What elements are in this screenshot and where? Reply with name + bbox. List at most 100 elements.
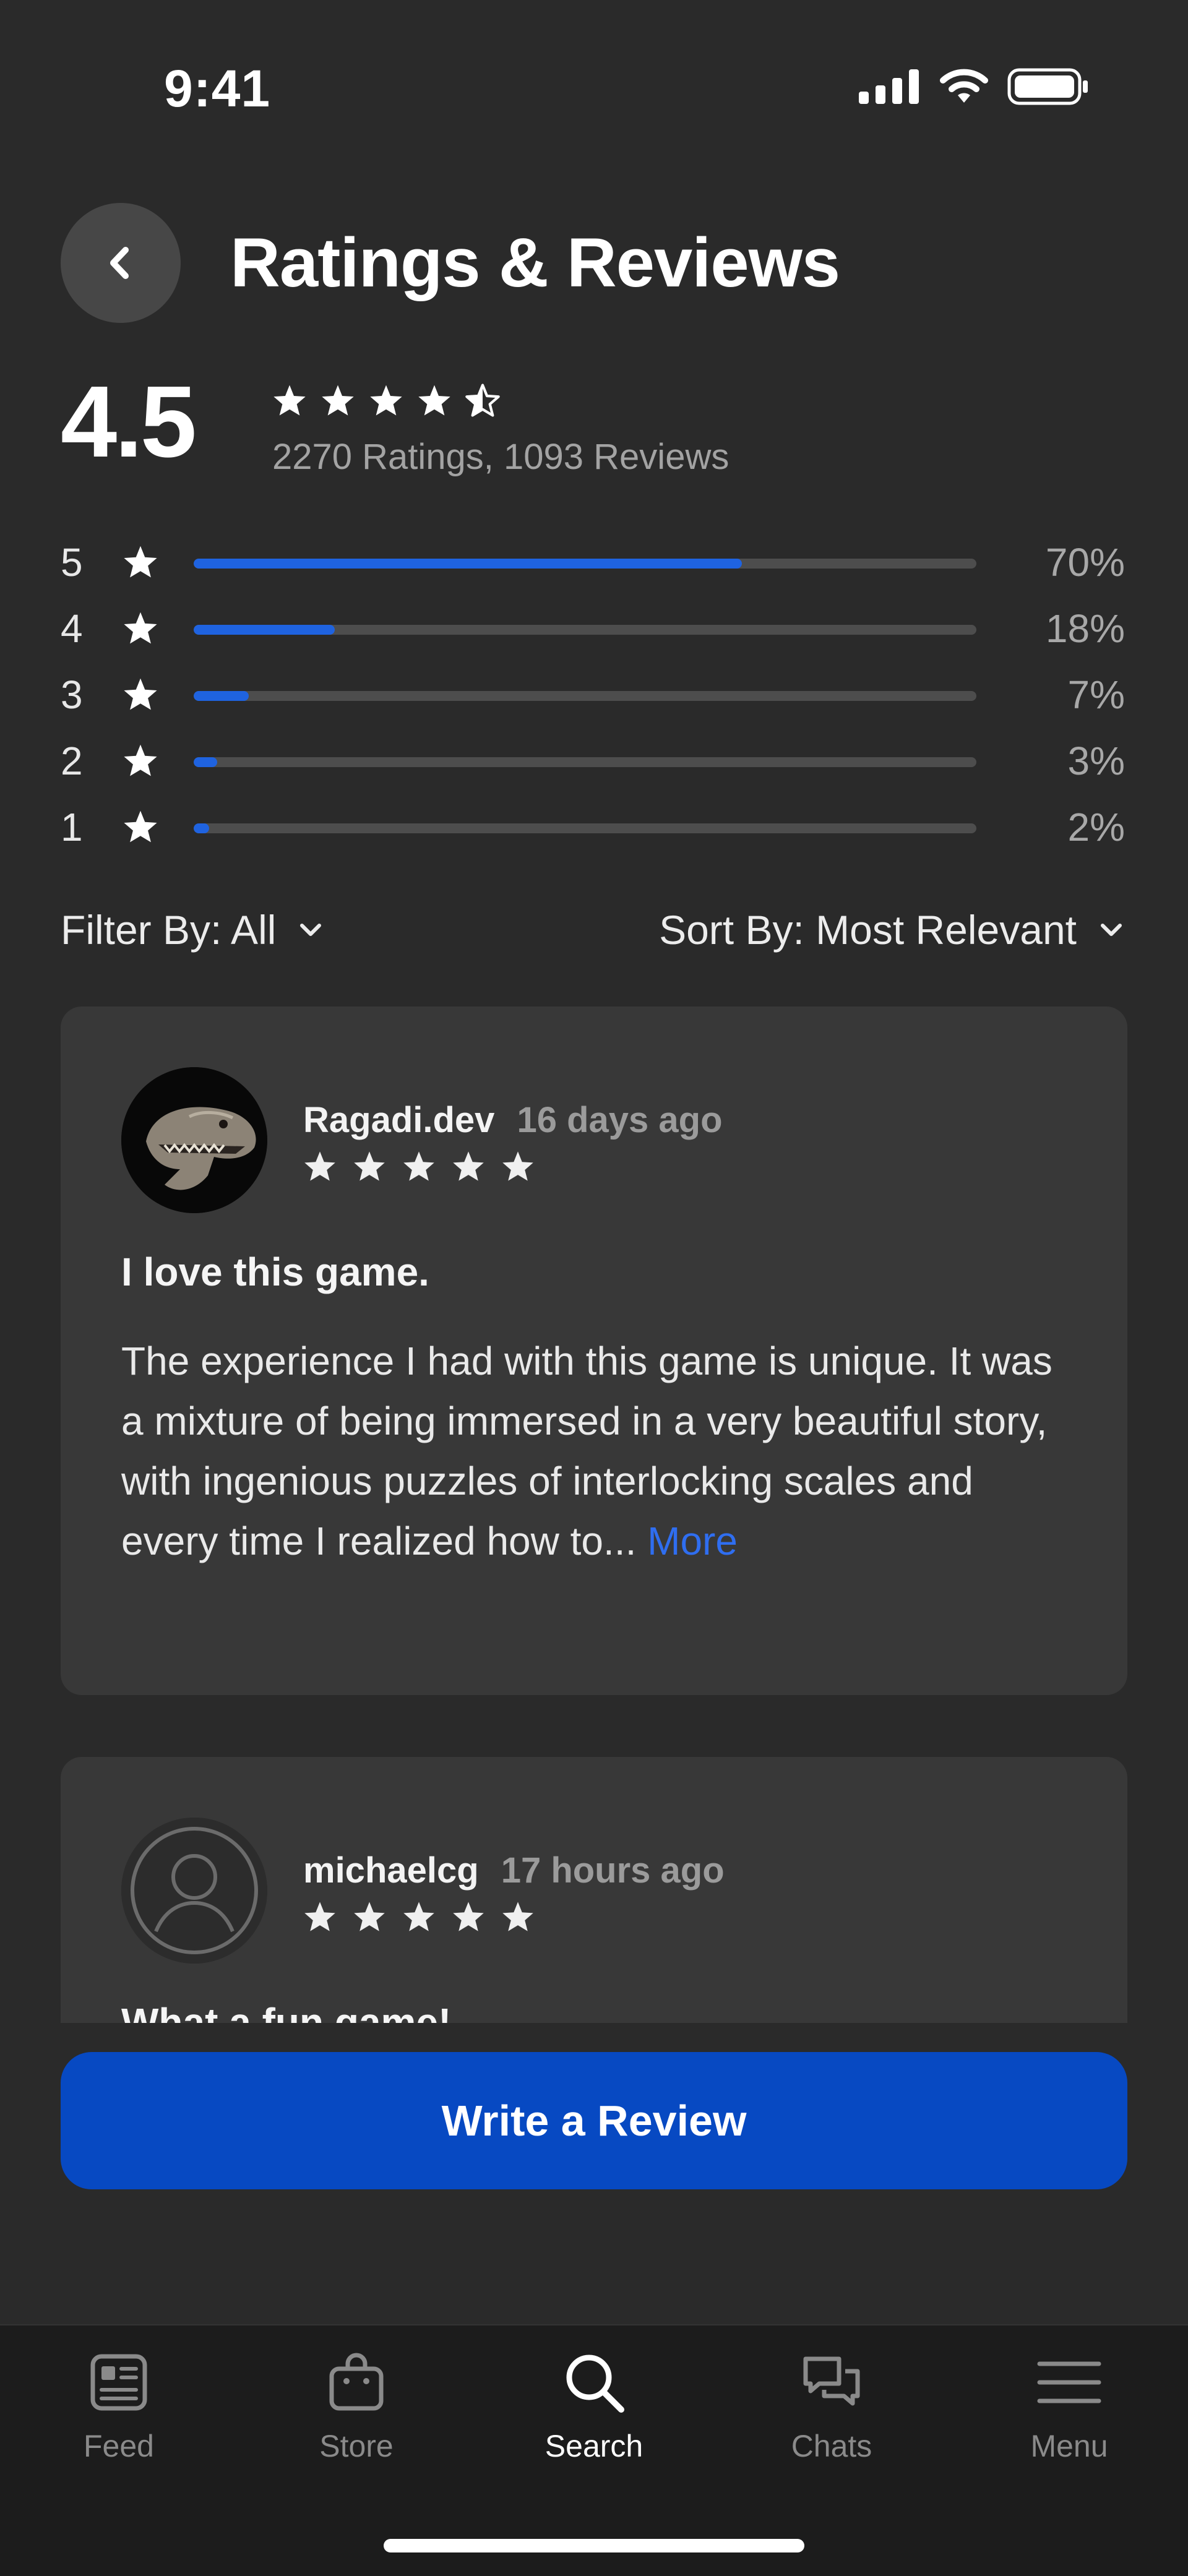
feed-icon — [90, 2354, 147, 2411]
rating-bar-fill — [194, 559, 742, 569]
home-indicator — [384, 2539, 804, 2552]
rating-bar-track — [194, 823, 976, 833]
chats-icon — [803, 2356, 860, 2406]
status-icons — [859, 68, 1089, 105]
review-card: michaelcg 17 hours ago What a fun game! — [61, 1757, 1127, 2023]
review-author-name[interactable]: michaelcg — [303, 1850, 479, 1891]
star-icon — [354, 1151, 385, 1181]
sort-label: Sort By: Most Relevant — [659, 907, 1077, 953]
rating-bar-fill — [194, 823, 210, 833]
chevron-left-icon — [110, 247, 129, 279]
star-icon — [273, 385, 306, 416]
review-card: Ragadi.dev 16 days ago I love this game. … — [61, 1007, 1127, 1695]
review-stars — [303, 1150, 535, 1182]
rating-bar-fill — [194, 625, 335, 635]
nav-label: Chats — [791, 2429, 872, 2463]
wifi-icon — [940, 69, 988, 103]
ratings-count: 2270 Ratings, 1093 Reviews — [272, 437, 730, 477]
page-title: Ratings & Reviews — [230, 224, 840, 301]
review-author: Ragadi.dev 16 days ago — [303, 1099, 723, 1141]
menu-icon — [1037, 2361, 1101, 2403]
review-body: The experience I had with this game is u… — [121, 1331, 1068, 1571]
rating-percent: 18% — [1045, 606, 1125, 651]
star-icon — [418, 385, 450, 416]
rating-level: 1 — [61, 805, 83, 849]
rating-level: 4 — [61, 606, 83, 651]
star-icon — [124, 744, 157, 776]
status-time: 9:41 — [164, 59, 271, 118]
star-icon — [502, 1151, 533, 1181]
chevron-down-icon — [300, 924, 322, 936]
star-icon — [403, 1151, 434, 1181]
more-link[interactable]: More — [647, 1519, 738, 1563]
nav-chats[interactable]: Chats — [713, 2350, 950, 2464]
star-icon — [370, 385, 402, 416]
nav-store[interactable]: Store — [238, 2350, 475, 2464]
star-icon — [354, 1902, 385, 1931]
nav-label: Search — [544, 2429, 644, 2463]
review-title: What a fun game! — [121, 2000, 452, 2023]
rating-percent: 70% — [1045, 540, 1125, 585]
search-icon — [566, 2355, 624, 2413]
rating-bar-track — [194, 559, 976, 569]
nav-feed[interactable]: Feed — [0, 2350, 238, 2464]
nav-label: Menu — [1030, 2429, 1108, 2463]
user-avatar[interactable] — [121, 1067, 267, 1213]
write-review-button[interactable]: Write a Review — [61, 2052, 1127, 2189]
rating-percent: 3% — [1067, 739, 1126, 783]
user-avatar[interactable] — [121, 1818, 267, 1964]
star-icon — [304, 1151, 335, 1181]
star-icon — [403, 1902, 434, 1931]
nav-label: Store — [319, 2429, 394, 2463]
star-icon — [502, 1902, 533, 1931]
review-list-viewport: michaelcg 17 hours ago What a fun game! — [0, 1732, 1188, 2023]
chevron-down-icon — [1101, 924, 1122, 936]
nav-menu[interactable]: Menu — [950, 2350, 1188, 2464]
filter-label: Filter By: All — [61, 907, 277, 953]
bottom-nav-bar: Feed Store Search Chats Menu — [0, 2324, 1188, 2576]
battery-icon — [1007, 68, 1088, 105]
rating-bar-fill — [194, 691, 249, 701]
filter-dropdown[interactable]: Filter By: All — [61, 906, 324, 953]
star-icon — [124, 678, 157, 710]
rating-bar-track — [194, 691, 976, 701]
review-time: 17 hours ago — [501, 1850, 725, 1891]
rating-distribution-row: 3 7% — [61, 663, 1125, 725]
rating-bar-fill — [194, 757, 217, 767]
sort-dropdown[interactable]: Sort By: Most Relevant — [659, 906, 1125, 953]
rating-distribution-row: 2 3% — [61, 729, 1125, 791]
rating-distribution-row: 1 2% — [61, 796, 1125, 857]
half-star-icon — [465, 384, 500, 417]
star-icon — [124, 810, 157, 843]
rating-percent: 2% — [1067, 805, 1126, 849]
rating-distribution-row: 5 70% — [61, 531, 1125, 593]
default-user-avatar-icon — [121, 1818, 267, 1964]
rating-level: 3 — [61, 672, 83, 717]
nav-label: Feed — [84, 2429, 154, 2463]
rating-bar-track — [194, 757, 976, 767]
cellular-signal-icon — [859, 69, 919, 104]
rating-level: 2 — [61, 739, 83, 783]
review-time: 16 days ago — [517, 1100, 723, 1140]
rating-bar-track — [194, 625, 976, 635]
rating-distribution-row: 4 18% — [61, 597, 1125, 659]
review-stars — [303, 1900, 535, 1933]
star-icon — [453, 1151, 484, 1181]
review-author: michaelcg 17 hours ago — [303, 1850, 725, 1891]
rating-percent: 7% — [1067, 672, 1126, 717]
star-icon — [124, 612, 157, 644]
dinosaur-avatar-icon — [121, 1067, 267, 1213]
review-author-name[interactable]: Ragadi.dev — [303, 1100, 494, 1140]
summary-stars — [272, 384, 500, 417]
store-icon — [329, 2353, 384, 2411]
review-title: I love this game. — [121, 1250, 429, 1294]
rating-level: 5 — [61, 540, 83, 585]
filter-sort-bar: Filter By: All Sort By: Most Relevant — [61, 906, 1125, 968]
review-body-text: The experience I had with this game is u… — [121, 1339, 1052, 1563]
star-icon — [124, 546, 157, 578]
nav-search[interactable]: Search — [475, 2350, 713, 2464]
average-rating: 4.5 — [61, 365, 197, 478]
star-icon — [322, 385, 354, 416]
star-icon — [304, 1902, 335, 1931]
back-button[interactable] — [61, 203, 181, 323]
